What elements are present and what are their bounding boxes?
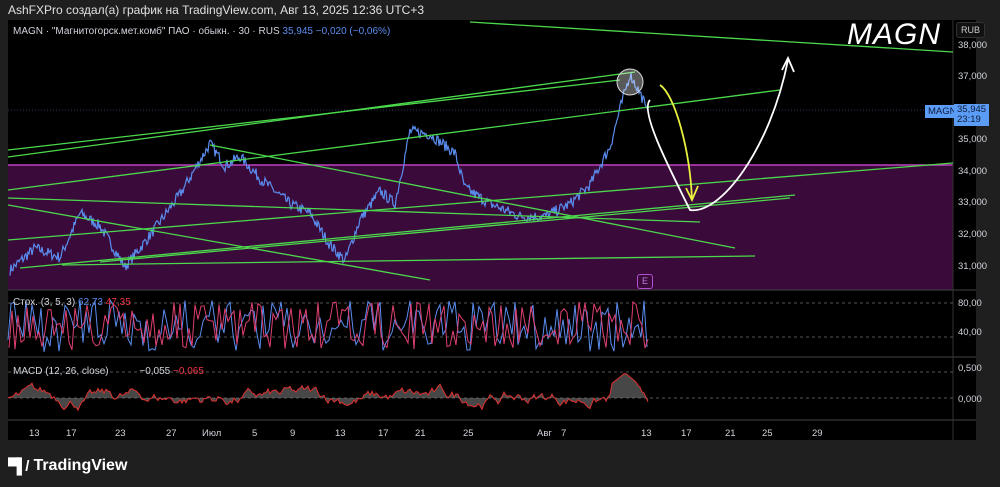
time-axis-label: 5 — [252, 428, 258, 439]
time-axis-label: 7 — [561, 428, 567, 439]
price-change: −0,020 (−0,06%) — [315, 26, 391, 37]
currency-button[interactable]: RUB — [956, 22, 986, 38]
time-axis-label: 25 — [762, 428, 773, 439]
stoch-axis-40: 40,00 — [958, 327, 982, 338]
bar-countdown: 23:19 — [957, 114, 981, 125]
price-axis-label: 37,000 — [958, 71, 988, 82]
time-axis-label: 21 — [725, 428, 736, 439]
tradingview-logo[interactable]: ▀▌/ TradingView — [8, 457, 127, 475]
price-axis-label: 34,000 — [958, 166, 988, 177]
symbol-legend: MAGN · "Магнитогорск.мет.комб" ПАО · обы… — [13, 26, 390, 37]
macd-legend: MACD (12, 26, close) −0,055 −0,065 — [13, 366, 204, 377]
magn-annotation: MAGN — [847, 18, 941, 51]
highlight-circle — [616, 68, 644, 96]
chart-canvas[interactable] — [0, 0, 1000, 487]
macd-value: −0,055 — [139, 366, 171, 377]
time-axis-label: Июл — [202, 428, 222, 439]
time-axis-label: 29 — [812, 428, 823, 439]
stoch-axis-80: 80,00 — [958, 298, 982, 309]
trendline — [7, 79, 621, 151]
time-axis-label: 9 — [290, 428, 296, 439]
stoch-k: 62,73 — [77, 297, 103, 308]
macd-signal: −0,065 — [173, 366, 204, 377]
time-axis-label: 17 — [681, 428, 692, 439]
price-axis-label: 32,000 — [958, 229, 988, 240]
time-axis-label: 17 — [66, 428, 77, 439]
stoch-d: 47,35 — [105, 297, 131, 308]
time-axis-label: Авг — [537, 428, 552, 439]
brand-name: TradingView — [33, 457, 128, 474]
earnings-badge[interactable]: E — [637, 274, 653, 289]
symbol-title[interactable]: MAGN · "Магнитогорск.мет.комб" ПАО · обы… — [13, 26, 280, 37]
time-axis-label: 23 — [115, 428, 126, 439]
time-axis-label: 13 — [641, 428, 652, 439]
arrowhead-white — [781, 55, 795, 73]
stoch-legend: Стох. (3, 5, 3) 62,73 47,35 — [13, 297, 131, 308]
macd-signal-line — [7, 373, 649, 412]
macd-axis-0500: 0,500 — [958, 363, 982, 374]
price-tag: 35,945 23:19 — [954, 104, 990, 126]
time-axis-label: 13 — [29, 428, 40, 439]
last-price: 35,945 — [282, 26, 313, 37]
macd-label[interactable]: MACD (12, 26, close) — [13, 366, 109, 377]
macd-axis-0000: 0,000 — [958, 394, 982, 405]
time-axis-label: 25 — [463, 428, 474, 439]
price-axis-label: 35,000 — [958, 134, 988, 145]
time-axis-label: 17 — [378, 428, 389, 439]
price-axis-label: 31,000 — [958, 261, 988, 272]
time-axis-label: 21 — [415, 428, 426, 439]
time-axis-label: 27 — [166, 428, 177, 439]
tradingview-icon: ▀▌/ — [8, 457, 29, 475]
stoch-label[interactable]: Стох. (3, 5, 3) — [13, 297, 75, 308]
price-axis-label: 33,000 — [958, 197, 988, 208]
time-axis-label: 13 — [335, 428, 346, 439]
support-zone — [8, 165, 953, 290]
price-axis-label: 38,000 — [958, 40, 988, 51]
